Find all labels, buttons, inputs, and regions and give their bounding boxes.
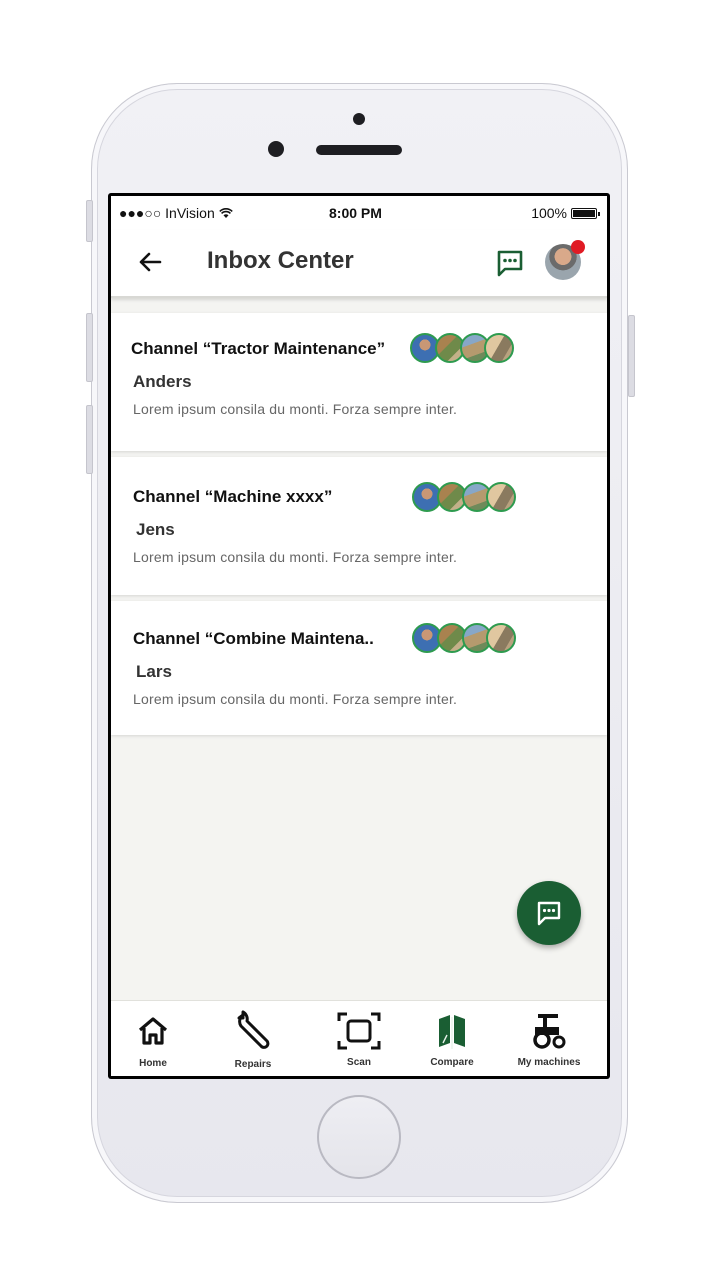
channel-title: Channel “Machine xxxx” [133, 487, 333, 506]
mute-switch [86, 200, 93, 242]
front-camera [268, 141, 284, 157]
message-preview: Lorem ipsum consila du monti. Forza semp… [133, 401, 458, 417]
message-preview: Lorem ipsum consila du monti. Forza semp… [133, 549, 458, 565]
tab-scan[interactable]: Scan [314, 1001, 404, 1076]
channel-title: Channel “Combine Maintena.. [133, 629, 374, 648]
participant-avatar [484, 333, 514, 363]
tab-label: Home [139, 1058, 167, 1069]
volume-down-button [86, 405, 93, 474]
wifi-icon [218, 208, 233, 218]
battery-icon [571, 207, 600, 219]
tab-compare[interactable]: Compare [407, 1001, 497, 1076]
participant-avatar [486, 623, 516, 653]
tab-label: Compare [430, 1057, 474, 1068]
sender-name: Jens [136, 520, 175, 539]
channel-card[interactable]: Channel “Tractor Maintenance” Anders Lor… [111, 313, 607, 451]
battery-percent: 100% [531, 205, 567, 221]
chat-icon [537, 901, 561, 926]
carrier-label: ●●●○○ InVision [119, 205, 233, 221]
home-icon [138, 1017, 168, 1045]
status-bar: ●●●○○ InVision 8:00 PM 100% [111, 196, 607, 230]
volume-up-button [86, 313, 93, 382]
page-title: Inbox Center [207, 247, 354, 274]
tab-label: Scan [347, 1057, 371, 1068]
phone-screen: ●●●○○ InVision 8:00 PM 100% Inbox Center [108, 193, 610, 1079]
battery-status: 100% [531, 205, 600, 221]
chat-icon[interactable] [495, 248, 525, 278]
tractor-icon [533, 1014, 566, 1049]
sender-name: Anders [133, 372, 192, 391]
tab-label: Repairs [234, 1059, 272, 1070]
tab-my-machines[interactable]: My machines [504, 1001, 594, 1076]
participant-avatars [410, 333, 520, 365]
notification-badge [571, 240, 585, 254]
participant-avatars [412, 623, 522, 655]
participant-avatars [412, 482, 522, 514]
message-preview: Lorem ipsum consila du monti. Forza semp… [133, 691, 458, 707]
back-arrow-icon[interactable] [135, 247, 165, 277]
scan-icon [337, 1012, 381, 1050]
sender-name: Lars [136, 662, 172, 681]
compare-icon [439, 1015, 465, 1049]
app-header: Inbox Center [111, 230, 607, 298]
new-message-button[interactable] [517, 881, 581, 945]
channel-title: Channel “Tractor Maintenance” [131, 339, 386, 358]
home-hardware-button[interactable] [317, 1095, 401, 1179]
app-display: ●●●○○ InVision 8:00 PM 100% Inbox Center [111, 196, 607, 1076]
tab-repairs[interactable]: Repairs [208, 1001, 298, 1076]
channel-card[interactable]: Channel “Combine Maintena.. Lars Lorem i… [111, 601, 607, 735]
tab-label: My machines [517, 1057, 581, 1068]
participant-avatar [486, 482, 516, 512]
clock-label: 8:00 PM [329, 205, 382, 221]
tab-home[interactable]: Home [111, 1001, 198, 1076]
bottom-tab-bar: Home Repairs Scan Compare My machines [111, 1000, 607, 1076]
proximity-sensor [353, 113, 365, 125]
channel-card[interactable]: Channel “Machine xxxx” Jens Lorem ipsum … [111, 457, 607, 595]
earpiece-speaker [316, 145, 402, 155]
wrench-icon [237, 1010, 270, 1049]
power-button [628, 315, 635, 397]
